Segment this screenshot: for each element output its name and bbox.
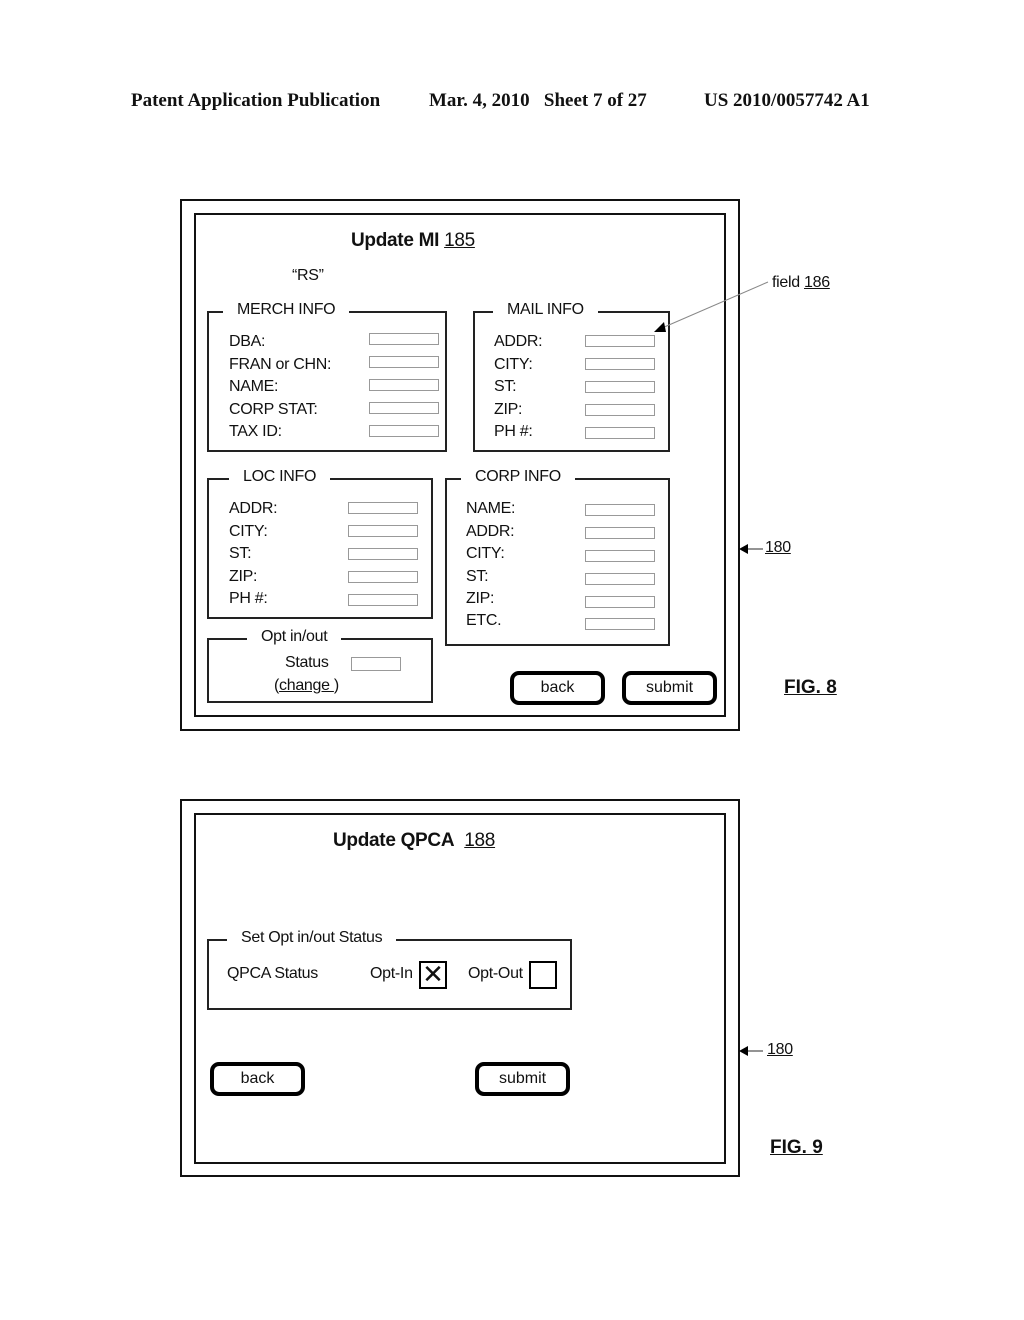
loc-st-label: ST: (229, 545, 252, 562)
corp-zip-label: ZIP: (466, 590, 495, 607)
mail-zip-field[interactable] (585, 404, 655, 416)
corp-name-field[interactable] (585, 504, 655, 516)
merch-fran-label: FRAN or CHN: (229, 356, 332, 373)
corp-etc-field[interactable] (585, 618, 655, 630)
corp-city-label: CITY: (466, 545, 505, 562)
fig9-title-text: Update QPCA (333, 830, 455, 851)
merch-dba-label: DBA: (229, 333, 266, 350)
fig9-screen-ref: 180 (767, 1041, 793, 1058)
corp-etc-label: ETC. (466, 612, 502, 629)
loc-info-legend: LOC INFO (229, 468, 331, 486)
merch-dba-field[interactable] (369, 333, 439, 345)
opt-change: (change ) (274, 677, 339, 695)
merch-name-label: NAME: (229, 378, 279, 395)
opt-in-out-group: Opt in/out Status (change ) (207, 628, 433, 703)
callout-line (661, 281, 769, 329)
loc-addr-field[interactable] (348, 502, 418, 514)
mail-st-field[interactable] (585, 381, 655, 393)
change-link[interactable]: change (279, 677, 334, 694)
fig9-submit-button[interactable]: submit (475, 1062, 570, 1096)
opt-status-field (351, 657, 401, 671)
patent-number: US 2010/0057742 A1 (704, 90, 870, 111)
set-opt-status-legend: Set Opt in/out Status (227, 929, 397, 947)
field-callout-ref: 186 (804, 274, 830, 291)
opt-status-label: Status (285, 654, 329, 671)
fig8-title: Update MI 185 (351, 230, 475, 252)
merch-name-field[interactable] (369, 379, 439, 391)
corp-info-legend: CORP INFO (461, 468, 575, 486)
merch-info-legend: MERCH INFO (223, 301, 350, 319)
mail-city-field[interactable] (585, 358, 655, 370)
callout-arrowhead-icon (654, 322, 666, 332)
fig8-title-ref: 185 (444, 230, 475, 251)
fig9-title: Update QPCA 188 (333, 830, 495, 852)
date-sheet-label: Mar. 4, 2010 Sheet 7 of 27 (429, 90, 647, 111)
mail-ph-label: PH #: (494, 423, 533, 440)
merch-fran-field[interactable] (369, 356, 439, 368)
loc-zip-label: ZIP: (229, 568, 258, 585)
loc-addr-label: ADDR: (229, 500, 278, 517)
fig8-ref-arrow-icon (739, 544, 763, 554)
set-opt-status-group: Set Opt in/out Status QPCA Status Opt-In… (207, 929, 572, 1010)
opt-in-label: Opt-In (370, 965, 413, 982)
mail-ph-field[interactable] (585, 427, 655, 439)
mail-info-legend: MAIL INFO (493, 301, 598, 319)
corp-addr-field[interactable] (585, 527, 655, 539)
fig8-subtitle: “RS” (292, 267, 324, 284)
opt-in-checkbox[interactable]: ✕ (419, 961, 447, 989)
merch-info-group: MERCH INFO DBA: FRAN or CHN: NAME: CORP … (207, 301, 447, 452)
merch-corp-stat-label: CORP STAT: (229, 401, 318, 418)
fig9-ref-arrow-icon (739, 1046, 763, 1056)
fig8-back-button[interactable]: back (510, 671, 605, 705)
loc-info-group: LOC INFO ADDR: CITY: ST: ZIP: PH #: (207, 468, 433, 619)
corp-st-field[interactable] (585, 573, 655, 585)
loc-city-label: CITY: (229, 523, 268, 540)
x-mark-icon: ✕ (422, 959, 444, 989)
mail-addr-label: ADDR: (494, 333, 543, 350)
fig8-screen-ref: 180 (765, 539, 791, 556)
loc-st-field[interactable] (348, 548, 418, 560)
fig9-back-button[interactable]: back (210, 1062, 305, 1096)
merch-corp-stat-field[interactable] (369, 402, 439, 414)
fig8-submit-button[interactable]: submit (622, 671, 717, 705)
corp-city-field[interactable] (585, 550, 655, 562)
opt-out-label: Opt-Out (468, 965, 523, 982)
field-callout-label: field 186 (772, 274, 830, 292)
loc-city-field[interactable] (348, 525, 418, 537)
qpca-status-label: QPCA Status (227, 965, 318, 982)
field-callout-text: field (772, 274, 800, 291)
field-callout-arrow (654, 281, 769, 332)
opt-out-checkbox[interactable] (529, 961, 557, 989)
loc-ph-field[interactable] (348, 594, 418, 606)
fig9-label: FIG. 9 (770, 1137, 823, 1158)
merch-tax-id-label: TAX ID: (229, 423, 282, 440)
fig8-label: FIG. 8 (784, 677, 837, 698)
loc-zip-field[interactable] (348, 571, 418, 583)
fig8-title-text: Update MI (351, 230, 440, 251)
mail-zip-label: ZIP: (494, 401, 523, 418)
loc-ph-label: PH #: (229, 590, 268, 607)
corp-addr-label: ADDR: (466, 523, 515, 540)
fig9-title-ref: 188 (464, 830, 496, 851)
mail-city-label: CITY: (494, 356, 533, 373)
publication-label: Patent Application Publication (131, 90, 381, 111)
mail-st-label: ST: (494, 378, 517, 395)
opt-in-out-legend: Opt in/out (247, 628, 342, 646)
corp-st-label: ST: (466, 568, 489, 585)
change-close-paren: ) (333, 677, 339, 694)
merch-tax-id-field[interactable] (369, 425, 439, 437)
corp-zip-field[interactable] (585, 596, 655, 608)
corp-info-group: CORP INFO NAME: ADDR: CITY: ST: ZIP: ETC… (445, 468, 670, 646)
corp-name-label: NAME: (466, 500, 516, 517)
